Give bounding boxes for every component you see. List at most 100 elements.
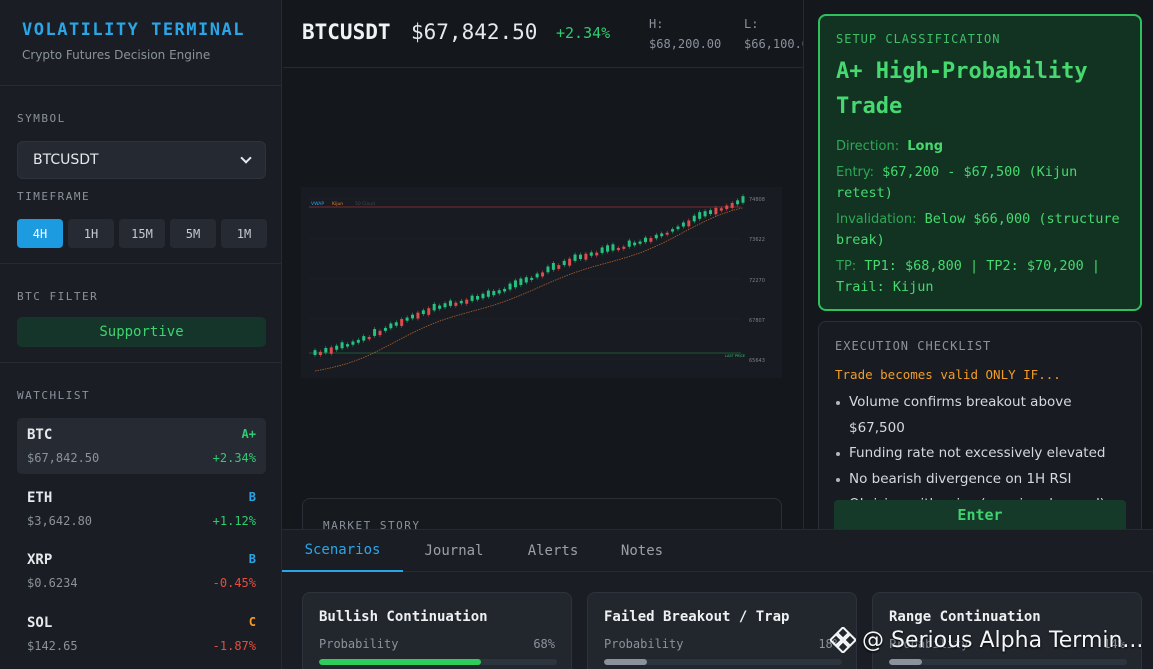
tab-journal[interactable]: Journal [413,530,495,572]
candle [616,247,620,251]
watchlist-symbol: SOL [27,615,53,631]
candle [535,273,539,278]
symbol-select[interactable]: BTCUSDT [17,141,266,179]
scenario-title: Range Continuation [889,609,1041,625]
timeframe-1h-button[interactable]: 1H [68,219,114,248]
candle [486,290,490,297]
symbol-label: SYMBOL [17,112,66,125]
candle [719,208,723,211]
candle [318,351,322,356]
checklist-item: Funding rate not excessively elevated [835,441,1125,467]
timeframe-1m-button[interactable]: 1M [221,219,267,248]
candle [714,207,718,215]
setup-entry: Entry: $67,200 - $67,500 (Kijun retest) [836,162,1124,204]
candle [595,252,599,256]
candle [383,327,387,331]
candle [454,302,458,306]
tab-notes[interactable]: Notes [607,530,677,572]
candle [562,260,566,266]
symbol-select-value: BTCUSDT [33,152,99,168]
candle [356,339,360,343]
watchlist-grade: B [248,552,256,566]
timeframe-5m-button[interactable]: 5M [170,219,216,248]
candle [335,345,339,350]
candle [725,205,729,210]
timeframe-label: TIMEFRAME [17,190,91,203]
high-label: H: [649,17,664,31]
watchlist-symbol: BTC [27,427,53,443]
tab-bar: Scenarios Journal Alerts Notes [282,530,1153,572]
checklist-items: Volume confirms breakout above $67,500 F… [835,390,1125,518]
candle [519,278,523,285]
watchlist-item-xrp[interactable]: XRP B $0.6234 -0.45% [17,543,266,599]
watchlist-price: $142.65 [27,639,78,653]
price-chart[interactable]: VWAP Kijun 50 Cloud 74808 73622 72270 67… [301,187,782,378]
probability-label: Probability [604,637,684,651]
watchlist-item-btc[interactable]: BTC A+ $67,842.50 +2.34% [17,418,266,474]
candle [681,222,685,227]
scenario-card-failed-breakout[interactable]: Failed Breakout / Trap Probability 18% [587,592,857,669]
candle [459,300,463,304]
candle [465,299,469,304]
candle [627,240,631,247]
price-axis-label: 73622 [749,237,765,243]
timeframe-15m-button[interactable]: 15M [119,219,165,248]
candle [416,312,420,319]
candle [492,290,496,296]
candle [351,341,355,345]
watchlist-price: $67,842.50 [27,451,100,465]
candle [551,262,555,270]
watermark-text: @ Serious Alpha Termin... [862,627,1144,653]
scenario-card-bullish[interactable]: Bullish Continuation Probability 68% [302,592,572,669]
btc-filter-label: BTC FILTER [17,290,99,303]
watchlist-item-sol[interactable]: SOL C $142.65 -1.87% [17,606,266,662]
watchlist-item-eth[interactable]: ETH B $3,642.80 +1.12% [17,481,266,537]
candle [671,229,675,232]
candle [411,314,415,319]
candle [600,247,604,253]
invalidation-key: Invalidation: [836,212,917,227]
tp-value: TP1: $68,800 | TP2: $70,200 | Trail: Kij… [836,258,1101,295]
candlestick-chart: VWAP Kijun 50 Cloud 74808 73622 72270 67… [309,194,765,372]
candle [524,277,528,283]
direction-key: Direction: [836,139,900,154]
candle [340,342,344,349]
watchlist-change: -0.45% [212,576,256,590]
header-change: +2.34% [556,24,611,42]
setup-invalidation: Invalidation: Below $66,000 (structure b… [836,209,1124,251]
timeframe-4h-button[interactable]: 4H [17,219,63,248]
watchlist-grade: C [248,615,256,629]
setup-direction: Direction: Long [836,136,1124,157]
candle [324,347,328,353]
ticker-header: BTCUSDT $67,842.50 +2.34% H: $68,200.00 … [283,0,803,68]
candle [698,212,702,219]
candle [649,238,653,242]
divider [0,362,282,363]
tab-alerts[interactable]: Alerts [514,530,592,572]
checklist-label: EXECUTION CHECKLIST [835,339,992,353]
candle [443,303,447,308]
candle [476,295,480,300]
candle [611,244,615,251]
setup-targets: TP: TP1: $68,800 | TP2: $70,200 | Trail:… [836,256,1124,298]
candle [676,226,680,230]
enter-button[interactable]: Enter [834,500,1126,530]
candle [432,303,436,311]
candle [378,330,382,336]
header-price: $67,842.50 [411,20,538,44]
candle [730,202,734,208]
legend-cloud: 50 Cloud [355,201,375,207]
probability-bar [889,659,1127,665]
probability-value: 68% [533,637,555,651]
brand-block: VOLATILITY TERMINAL Crypto Futures Decis… [0,0,281,86]
candle [703,211,707,217]
tab-scenarios[interactable]: Scenarios [282,530,403,572]
candle [578,254,582,260]
candle [421,310,425,315]
watchlist-change: -1.87% [212,639,256,653]
watchlist-grade: B [248,490,256,504]
candle [394,322,398,326]
price-axis-label: 67807 [749,318,765,324]
low-value: $66,100.00 [744,37,803,51]
probability-bar-fill [889,659,923,665]
